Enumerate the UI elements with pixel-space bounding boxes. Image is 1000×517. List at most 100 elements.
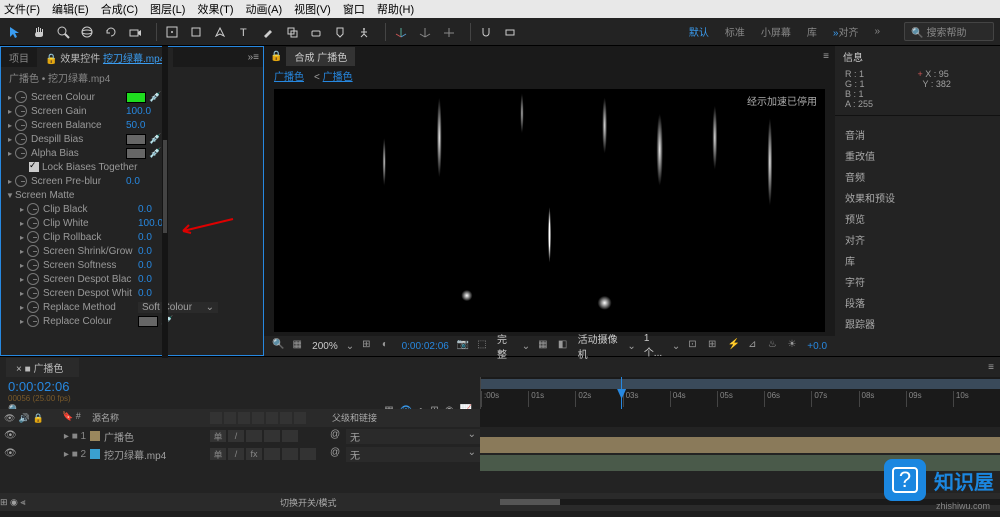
stopwatch-icon[interactable] [27,245,39,257]
layer-name[interactable]: 广播色 [104,429,134,444]
stopwatch-icon[interactable] [15,175,27,187]
prop-value[interactable]: 100.0 [138,218,163,229]
workspace-standard[interactable]: 标准 [725,24,745,39]
panel-item[interactable]: 对齐 [835,229,1000,250]
toggle-switches-icon[interactable]: ⊞ ◉ ⫷ [0,497,25,507]
switch-icon[interactable]: / [228,430,244,442]
timeline-tab[interactable]: × ■ 广播色 [6,358,79,377]
panel-item[interactable]: 效果和预设 [835,187,1000,208]
panel-menu-icon[interactable]: »≡ [248,52,263,63]
layer-name[interactable]: 挖刀绿幕.mp4 [104,447,166,462]
stopwatch-icon[interactable] [15,119,27,131]
panel-menu-icon[interactable]: ≡ [988,362,1000,373]
scrollbar[interactable] [162,46,168,358]
chevron-right-icon[interactable]: » [874,26,880,37]
panel-item[interactable]: 段落 [835,292,1000,313]
prop-clip-rollback[interactable]: ▸Clip Rollback0.0 [1,230,263,244]
zoom-value[interactable]: 200% [312,341,338,352]
panel-item[interactable]: 库 [835,250,1000,271]
grid-icon[interactable]: ▦ [292,339,304,353]
eyedropper-icon[interactable]: 💉 [149,148,159,158]
timeline-timecode[interactable]: 0:00:02:06 [8,379,472,394]
timecode-display[interactable]: 0:00:02:06 [402,341,449,352]
align-link[interactable]: »对齐 [833,24,859,39]
stopwatch-icon[interactable] [27,273,39,285]
stopwatch-icon[interactable] [15,91,27,103]
color-swatch[interactable] [126,134,146,145]
zoom-tool-icon[interactable] [54,23,72,41]
menu-layer[interactable]: 图层(L) [150,1,185,17]
menu-anim[interactable]: 动画(A) [246,1,283,17]
pickwhip-icon[interactable]: @ [330,447,346,462]
timeline-icon[interactable]: ⊿ [748,339,760,353]
prop-value[interactable]: 0.0 [138,232,152,243]
prop-screen-despot-blac[interactable]: ▸Screen Despot Blac0.0 [1,272,263,286]
workspace-default[interactable]: 默认 [689,24,709,39]
eyedropper-icon[interactable]: 💉 [149,92,159,102]
prop-lock-biases-together[interactable]: Lock Biases Together [1,160,263,174]
view-axis-icon[interactable] [440,23,458,41]
playhead[interactable] [621,377,622,409]
toggle-switches-label[interactable]: 切换开关/模式 [280,496,337,509]
panel-item[interactable]: 预览 [835,208,1000,229]
prop-value[interactable]: 0.0 [138,274,152,285]
work-area-bar[interactable] [481,379,1000,389]
view-option-icon[interactable]: ⊡ [688,339,700,353]
prop-screen-colour[interactable]: ▸Screen Colour💉 [1,90,263,104]
menu-window[interactable]: 窗口 [343,1,365,17]
eyedropper-icon[interactable]: 💉 [149,134,159,144]
rotate-tool-icon[interactable] [102,23,120,41]
dropdown[interactable]: Soft Colour⌄ [138,302,218,313]
shape-tool-icon[interactable] [187,23,205,41]
switch-icon[interactable]: fx [246,448,262,460]
prop-screen-despot-whit[interactable]: ▸Screen Despot Whit0.0 [1,286,263,300]
prop-screen-balance[interactable]: ▸Screen Balance50.0 [1,118,263,132]
comp-tab[interactable]: 合成 广播色 [286,47,355,66]
brush-tool-icon[interactable] [259,23,277,41]
stopwatch-icon[interactable] [27,231,39,243]
pickwhip-icon[interactable]: @ [330,429,346,444]
parent-dropdown[interactable]: 无⌄ [346,429,480,444]
prop-screen-softness[interactable]: ▸Screen Softness0.0 [1,258,263,272]
stopwatch-icon[interactable] [27,301,39,313]
prop-screen-pre-blur[interactable]: ▸Screen Pre-blur0.0 [1,174,263,188]
snap-icon[interactable] [477,23,495,41]
workspace-small[interactable]: 小屏幕 [761,24,791,39]
world-axis-icon[interactable] [416,23,434,41]
eye-header-icon[interactable]: 👁 [4,413,15,424]
color-swatch[interactable] [126,148,146,159]
panel-item[interactable]: 跟踪器 [835,313,1000,334]
selection-tool-icon[interactable] [6,23,24,41]
prop-screen-gain[interactable]: ▸Screen Gain100.0 [1,104,263,118]
panel-item[interactable]: 音频 [835,166,1000,187]
stopwatch-icon[interactable] [27,217,39,229]
prop-value[interactable]: 0.0 [138,288,152,299]
label-color[interactable] [90,431,100,441]
puppet-tool-icon[interactable] [355,23,373,41]
color-swatch[interactable] [126,92,146,103]
camera-tool-icon[interactable] [126,23,144,41]
hand-tool-icon[interactable] [30,23,48,41]
switch-icon[interactable]: 单 [210,448,226,460]
snapshot-icon[interactable]: 📷 [457,339,469,353]
flowchart-icon[interactable]: ♨ [768,339,780,353]
menu-file[interactable]: 文件(F) [4,1,40,17]
panel-item[interactable]: 重改值 [835,145,1000,166]
clone-tool-icon[interactable] [283,23,301,41]
eraser-tool-icon[interactable] [307,23,325,41]
menu-edit[interactable]: 编辑(E) [52,1,89,17]
fast-preview-icon[interactable]: ⚡ [728,339,740,353]
panel-item[interactable]: 音消 [835,124,1000,145]
stopwatch-icon[interactable] [15,133,27,145]
prop-replace-method[interactable]: ▸Replace MethodSoft Colour⌄ [1,300,263,314]
prop-value[interactable]: 50.0 [126,120,145,131]
prop-alpha-bias[interactable]: ▸Alpha Bias💉 [1,146,263,160]
color-swatch[interactable] [138,316,158,327]
project-tab[interactable]: 项目 [1,48,37,67]
snap-option-icon[interactable] [501,23,519,41]
workspace-library[interactable]: 库 [807,24,817,39]
magnify-icon[interactable]: 🔍 [272,339,284,353]
text-tool-icon[interactable]: T [235,23,253,41]
panel-menu-icon[interactable]: ≡ [823,51,835,62]
switch-icon[interactable]: / [228,448,244,460]
